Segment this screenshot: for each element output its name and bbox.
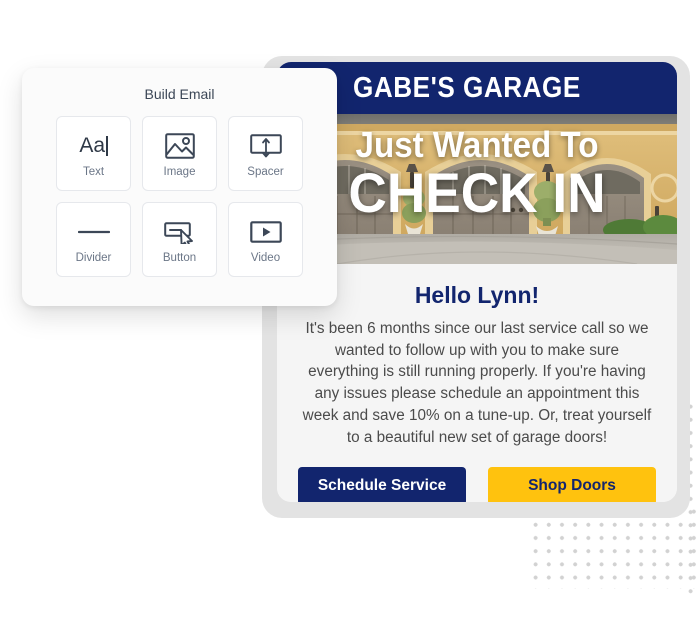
email-preview-card: GABE'S GARAGE Just Wanted To CHECK IN He…: [277, 62, 677, 502]
build-email-title: Build Email: [144, 86, 215, 102]
block-tile-label: Video: [250, 252, 281, 264]
cta-row: Schedule Service Shop Doors: [298, 467, 656, 502]
divider-line-icon: [77, 215, 110, 249]
screenshot-stage: GABE'S GARAGE Just Wanted To CHECK IN He…: [0, 0, 700, 630]
image-picture-icon: [164, 129, 195, 163]
block-tile-label: Image: [163, 166, 196, 178]
brand-name: GABE'S GARAGE: [353, 71, 581, 104]
body-copy: It's been 6 months since our last servic…: [302, 320, 652, 446]
hero-image: Just Wanted To CHECK IN: [277, 114, 677, 264]
greeting-text: Hello Lynn!: [414, 282, 540, 308]
email-body: Hello Lynn! It's been 6 months since our…: [277, 264, 677, 502]
garage-doors-photo: [277, 114, 677, 264]
block-tile-label: Text: [82, 166, 105, 178]
block-tile-label: Button: [162, 252, 197, 264]
block-tile-video[interactable]: Video: [228, 202, 303, 277]
block-tile-grid: Aa Text Image Spacer Divider Button Vide…: [22, 116, 337, 277]
block-tile-spacer[interactable]: Spacer: [228, 116, 303, 191]
block-tile-label: Divider: [75, 252, 112, 264]
text-aa-icon: Aa: [79, 129, 108, 163]
block-tile-divider[interactable]: Divider: [56, 202, 131, 277]
schedule-service-button[interactable]: Schedule Service: [298, 467, 466, 502]
block-tile-button[interactable]: Button: [142, 202, 217, 277]
video-play-icon: [249, 215, 282, 249]
spacer-arrow-icon: [249, 129, 282, 163]
email-header: GABE'S GARAGE: [277, 62, 677, 114]
build-email-panel: Build Email Aa Text Image Spacer Divider…: [22, 68, 337, 306]
shop-doors-button[interactable]: Shop Doors: [488, 467, 656, 502]
block-tile-label: Spacer: [247, 166, 284, 178]
button-cursor-icon: [163, 215, 196, 249]
block-tile-image[interactable]: Image: [142, 116, 217, 191]
block-tile-text[interactable]: Aa Text: [56, 116, 131, 191]
